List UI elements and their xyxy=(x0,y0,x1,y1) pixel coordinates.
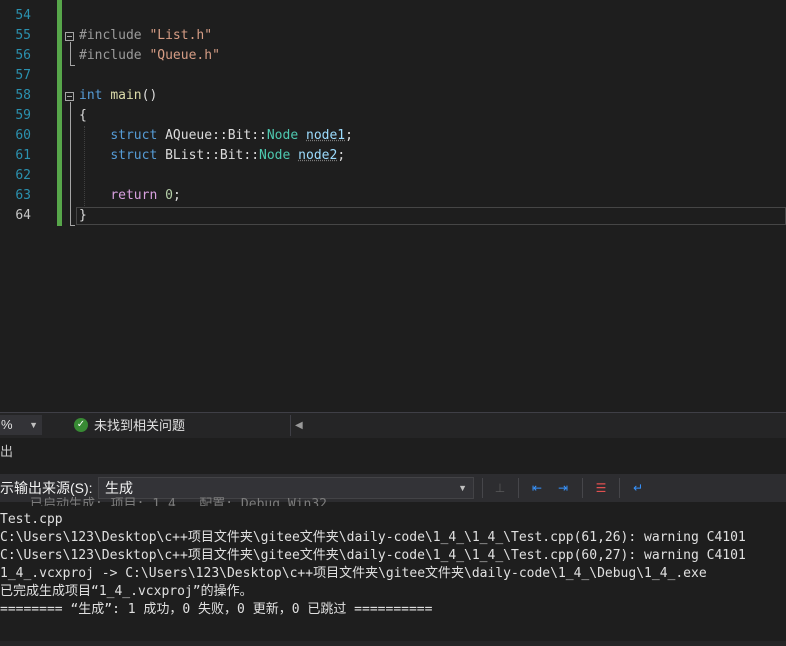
output-line: C:\Users\123\Desktop\c++项目文件夹\gitee文件夹\d… xyxy=(0,548,746,563)
fold-toggle-main[interactable] xyxy=(65,92,74,101)
toolbar-divider xyxy=(482,478,483,498)
code-token: "Queue.h" xyxy=(149,48,220,63)
toolbar-divider xyxy=(619,478,620,498)
line-number: 55 xyxy=(15,28,31,43)
fold-line-end xyxy=(70,65,75,66)
code-token: ; xyxy=(337,148,346,163)
line-number: 60 xyxy=(15,128,31,143)
code-token: int xyxy=(79,88,103,103)
toolbar-divider xyxy=(518,478,519,498)
line-number: 58 xyxy=(15,88,31,103)
line-number: 64 xyxy=(15,208,31,223)
code-line: struct BList::Bit::Node node2; xyxy=(79,146,345,166)
output-line: 已完成生成项目“1_4_.vcxproj”的操作。 xyxy=(0,584,253,599)
code-token: node2 xyxy=(298,148,338,163)
code-token: AQueue::Bit:: xyxy=(157,128,267,143)
output-panel-title: 出 xyxy=(0,444,14,459)
fold-line xyxy=(70,42,71,66)
horizontal-scrollbar[interactable] xyxy=(0,641,786,646)
line-number: 56 xyxy=(15,48,31,63)
code-line: return 0; xyxy=(79,186,181,206)
code-token: 0 xyxy=(165,188,173,203)
clear-all-icon[interactable]: ☰ xyxy=(591,478,611,498)
zoom-level: % xyxy=(1,417,13,432)
issues-status[interactable]: 未找到相关问题 xyxy=(94,413,185,438)
output-source-value: 生成 xyxy=(105,480,133,496)
code-token: main xyxy=(110,88,142,103)
code-token: ; xyxy=(345,128,353,143)
line-number: 57 xyxy=(15,68,31,83)
change-tracking-bar xyxy=(57,0,62,226)
code-token: Node xyxy=(266,128,299,143)
code-token: struct xyxy=(110,128,158,143)
code-token: } xyxy=(79,208,87,223)
line-number: 59 xyxy=(15,108,31,123)
output-line-partially-hidden: 已启动生成: 项目: 1_4_, 配置: Debug Win32 xyxy=(30,497,328,506)
current-line-highlight xyxy=(76,207,786,225)
code-editor[interactable]: 54 55 56 57 58 59 60 61 62 63 64 #include "List.h"… xyxy=(0,0,786,412)
go-next-message-icon[interactable]: ⇥ xyxy=(553,478,573,498)
line-number: 61 xyxy=(15,148,31,163)
find-message-icon[interactable]: ⊥ xyxy=(490,478,510,498)
code-token: () xyxy=(141,88,158,103)
fold-toggle-include[interactable] xyxy=(65,32,74,41)
line-number: 63 xyxy=(15,188,31,203)
line-number: 54 xyxy=(15,8,31,23)
code-line: struct AQueue::Bit::Node node1; xyxy=(79,126,353,146)
code-token: return xyxy=(110,188,158,203)
code-line: { xyxy=(79,106,87,126)
output-source-label: 示输出来源(S): xyxy=(0,480,93,496)
code-line: #include "Queue.h" xyxy=(79,46,220,66)
code-token: struct xyxy=(110,148,158,163)
code-token: #include xyxy=(79,48,150,63)
output-line: Test.cpp xyxy=(0,512,63,527)
code-line: int main() xyxy=(79,86,157,106)
fold-line xyxy=(70,102,71,226)
output-line: 1_4_.vcxproj -> C:\Users\123\Desktop\c++… xyxy=(0,566,707,581)
toggle-word-wrap-icon[interactable]: ↵ xyxy=(628,478,648,498)
code-token: BList::Bit:: xyxy=(157,148,260,163)
output-line: C:\Users\123\Desktop\c++项目文件夹\gitee文件夹\d… xyxy=(0,530,746,545)
code-token: #include xyxy=(79,28,150,43)
scroll-left-icon[interactable]: ◀ xyxy=(295,413,303,438)
editor-status-bar: % ▼ ✓ 未找到相关问题 ◀ xyxy=(0,412,786,438)
check-circle-icon: ✓ xyxy=(74,418,88,432)
chevron-down-icon: ▼ xyxy=(29,420,38,430)
zoom-dropdown[interactable]: % ▼ xyxy=(0,415,42,435)
chevron-down-icon: ▼ xyxy=(458,483,467,493)
code-token: "List.h" xyxy=(149,28,213,43)
code-line: } xyxy=(79,206,87,226)
code-token: { xyxy=(79,108,87,123)
go-previous-message-icon[interactable]: ⇤ xyxy=(527,478,547,498)
code-token: ; xyxy=(172,188,181,203)
fold-line-end xyxy=(70,225,75,226)
output-line: ======== “生成”: 1 成功，0 失败，0 更新，0 已跳过 ====… xyxy=(0,602,433,617)
line-number: 62 xyxy=(15,168,31,183)
toolbar-divider xyxy=(582,478,583,498)
code-token: Node xyxy=(259,148,291,163)
code-token: node1 xyxy=(306,128,346,143)
code-line: #include "List.h" xyxy=(79,26,212,46)
